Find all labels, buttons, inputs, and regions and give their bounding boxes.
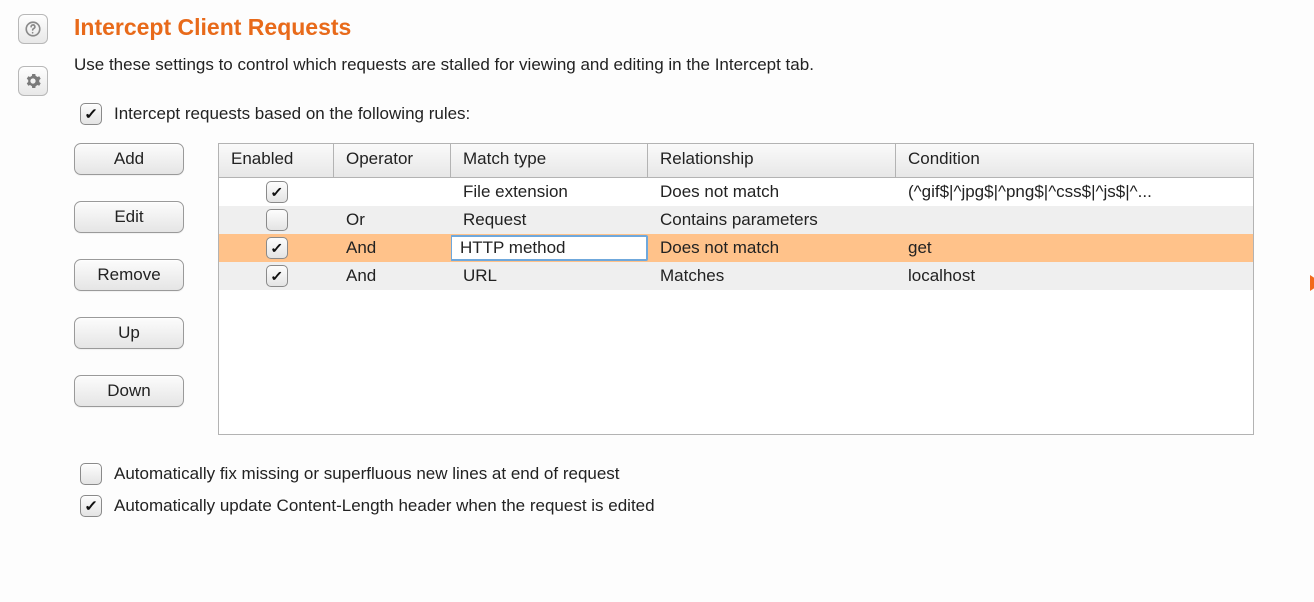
cell-operator[interactable]: And (334, 234, 451, 262)
gear-icon[interactable] (18, 66, 48, 96)
intercept-toggle-label: Intercept requests based on the followin… (114, 104, 470, 124)
cell-operator[interactable] (334, 178, 451, 206)
row-enabled-checkbox[interactable] (266, 209, 288, 231)
cell-condition[interactable] (896, 206, 1253, 234)
table-header: Enabled Operator Match type Relationship… (219, 144, 1253, 178)
table-row[interactable]: AndURLMatcheslocalhost (219, 262, 1253, 290)
section-description: Use these settings to control which requ… (74, 55, 1294, 75)
cell-match-type[interactable]: File extension (451, 178, 648, 206)
row-enabled-checkbox[interactable] (266, 181, 288, 203)
cell-match-type[interactable]: URL (451, 262, 648, 290)
cell-relationship[interactable]: Contains parameters (648, 206, 896, 234)
cell-operator[interactable]: And (334, 262, 451, 290)
table-row[interactable]: AndHTTP methodDoes not matchget (219, 234, 1253, 262)
cell-match-type[interactable]: Request (451, 206, 648, 234)
row-enabled-checkbox[interactable] (266, 237, 288, 259)
cell-operator[interactable]: Or (334, 206, 451, 234)
help-icon[interactable] (18, 14, 48, 44)
cell-condition[interactable]: get (896, 234, 1253, 262)
table-row[interactable]: OrRequestContains parameters (219, 206, 1253, 234)
update-content-length-label: Automatically update Content-Length head… (114, 496, 655, 516)
expand-arrow-icon[interactable] (1310, 275, 1314, 291)
cell-relationship[interactable]: Matches (648, 262, 896, 290)
cell-condition[interactable]: (^gif$|^jpg$|^png$|^css$|^js$|^... (896, 178, 1253, 206)
down-button[interactable]: Down (74, 375, 184, 407)
intercept-toggle-checkbox[interactable] (80, 103, 102, 125)
col-relationship[interactable]: Relationship (648, 144, 896, 177)
up-button[interactable]: Up (74, 317, 184, 349)
remove-button[interactable]: Remove (74, 259, 184, 291)
col-operator[interactable]: Operator (334, 144, 451, 177)
cell-match-type[interactable]: HTTP method (451, 234, 648, 262)
cell-relationship[interactable]: Does not match (648, 234, 896, 262)
rules-table[interactable]: Enabled Operator Match type Relationship… (218, 143, 1254, 435)
col-condition[interactable]: Condition (896, 144, 1253, 177)
cell-condition[interactable]: localhost (896, 262, 1253, 290)
update-content-length-checkbox[interactable] (80, 495, 102, 517)
table-row[interactable]: File extensionDoes not match(^gif$|^jpg$… (219, 178, 1253, 206)
cell-relationship[interactable]: Does not match (648, 178, 896, 206)
cell-enabled (219, 206, 334, 234)
cell-enabled (219, 178, 334, 206)
col-match-type[interactable]: Match type (451, 144, 648, 177)
section-title: Intercept Client Requests (74, 14, 1294, 41)
cell-enabled (219, 234, 334, 262)
row-enabled-checkbox[interactable] (266, 265, 288, 287)
match-type-editor[interactable]: HTTP method (451, 235, 648, 261)
add-button[interactable]: Add (74, 143, 184, 175)
fix-newlines-checkbox[interactable] (80, 463, 102, 485)
fix-newlines-label: Automatically fix missing or superfluous… (114, 464, 620, 484)
edit-button[interactable]: Edit (74, 201, 184, 233)
col-enabled[interactable]: Enabled (219, 144, 334, 177)
cell-enabled (219, 262, 334, 290)
